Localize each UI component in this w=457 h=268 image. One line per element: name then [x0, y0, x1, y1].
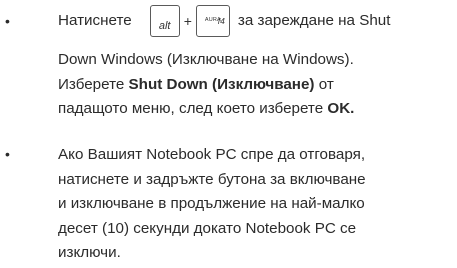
- bullet-marker: •: [5, 146, 10, 162]
- text-fragment: от: [314, 75, 334, 93]
- bullet-marker: •: [5, 13, 10, 29]
- text-fragment: Изберете: [58, 75, 129, 93]
- f4-key-icon: f4 AURA: [195, 5, 230, 37]
- instruction-text: за зареждане на Shut: [237, 11, 391, 29]
- text-line: падащото меню, след което изберете OK.: [58, 97, 453, 122]
- plus-sign: +: [183, 12, 192, 29]
- button-name: OK.: [327, 100, 355, 117]
- text-line: десет (10) секунди докато Notebook PC се: [58, 219, 357, 237]
- text-line: Down Windows (Изключване на Windows).: [58, 51, 354, 68]
- list-item-text: Ако Вашият Notebook PC спре да отговаря,…: [58, 143, 453, 266]
- aura-key-label: AURA: [204, 16, 221, 23]
- alt-key-icon: alt: [149, 5, 180, 37]
- document-page: • Натиснете alt + f4 AURA за зареждане н…: [0, 0, 457, 268]
- menu-option-name: Shut Down (Изключване): [128, 75, 315, 93]
- alt-key-label: alt: [158, 20, 171, 32]
- instruction-text: Натиснете: [58, 11, 132, 29]
- list-item-text: Натиснете alt + f4 AURA за зареждане на …: [58, 0, 453, 122]
- text-line: изключи.: [58, 244, 121, 261]
- text-line: Ако Вашият Notebook PC спре да отговаря,: [58, 146, 366, 163]
- list-item: • Натиснете alt + f4 AURA за зареждане н…: [0, 0, 457, 132]
- key-combo-line: Натиснете alt + f4 AURA за зареждане на …: [58, 0, 453, 42]
- text-line: и изключване в продължение на най-малко: [58, 195, 365, 212]
- text-fragment: падащото меню, след което изберете: [58, 100, 328, 117]
- list-item: • Ако Вашият Notebook PC спре да отговар…: [0, 143, 457, 268]
- text-line: натиснете и задръжте бутона за включване: [58, 170, 366, 188]
- text-line: Изберете Shut Down (Изключване) от: [58, 73, 453, 98]
